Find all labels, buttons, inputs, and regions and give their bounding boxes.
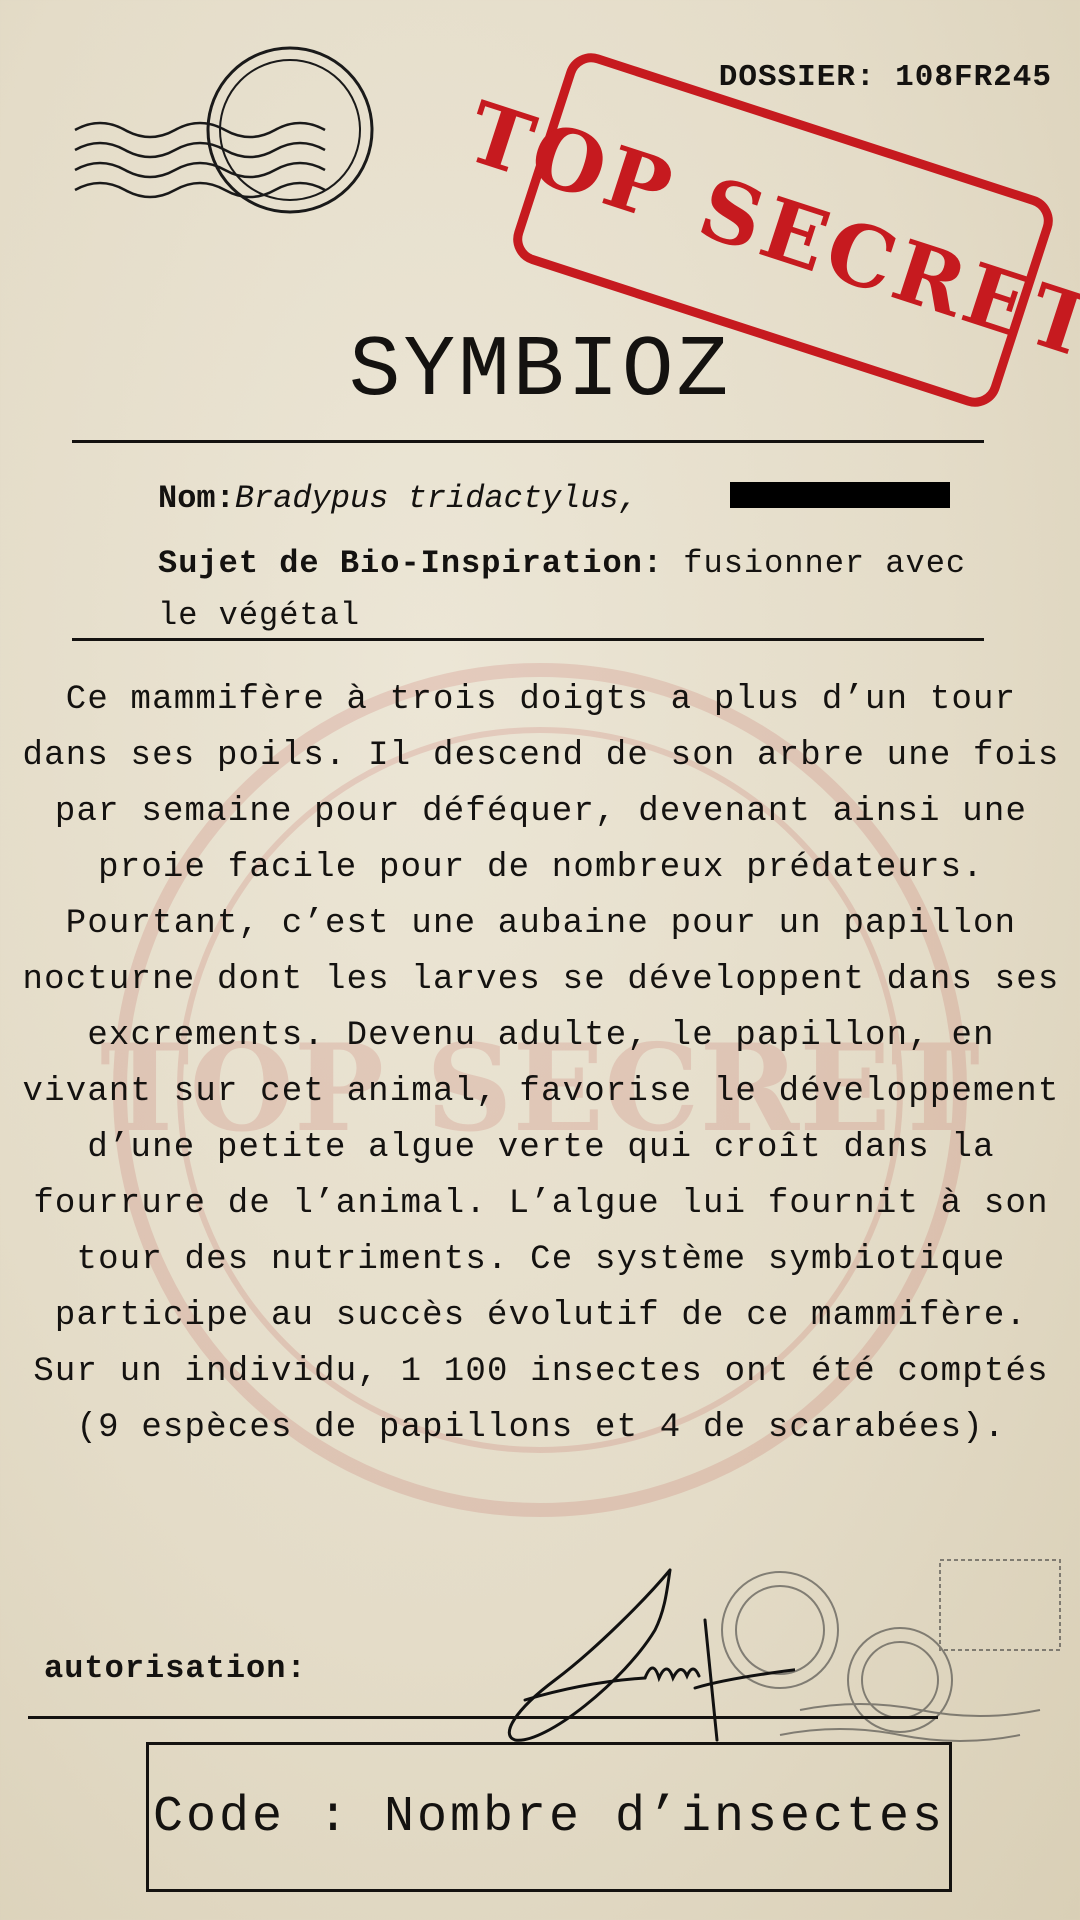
signature-line [28, 1716, 938, 1719]
signature [507, 1568, 795, 1742]
authorization-label: autorisation: [44, 1650, 307, 1687]
redaction-bar [730, 482, 950, 508]
divider [72, 638, 984, 641]
postmark-icon [74, 46, 374, 214]
body-paragraph: Ce mammifère à trois doigts a plus d’un … [22, 681, 1060, 1447]
divider [72, 440, 984, 443]
name-line: Nom:Bradypus tridactylus, [158, 480, 638, 517]
name-label: Nom: [158, 480, 235, 517]
name-value: Bradypus tridactylus, [234, 480, 639, 517]
subject-line: Sujet de Bio-Inspiration: fusionner avec… [158, 538, 988, 642]
code-box: Code : Nombre d’insectes [146, 1742, 952, 1892]
page-title: SYMBIOZ [348, 322, 732, 420]
subject-label: Sujet de Bio-Inspiration: [158, 545, 664, 582]
